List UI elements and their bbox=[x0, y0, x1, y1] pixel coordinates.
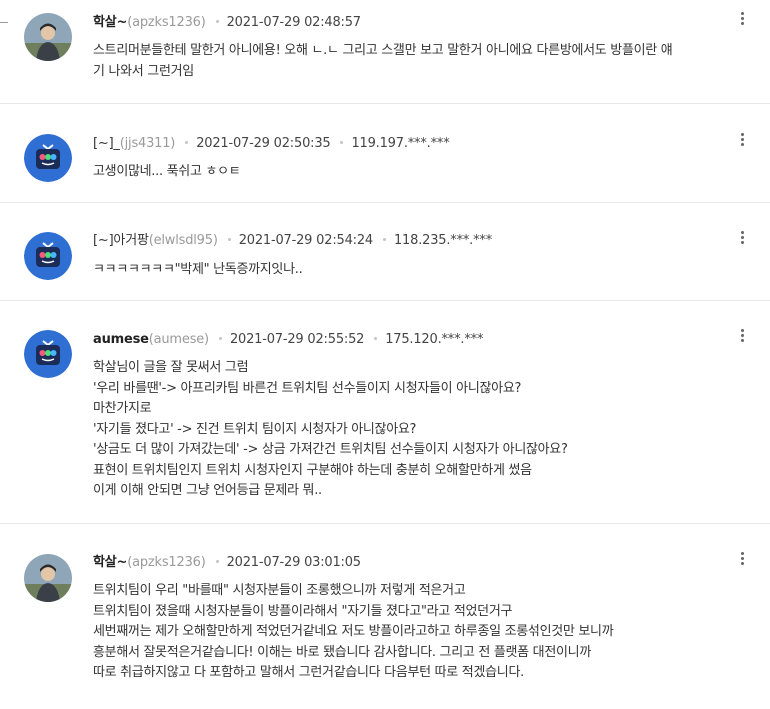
comment-line: 고생이많네... 푹쉬고 ㅎㅇㅌ bbox=[93, 164, 241, 179]
nickname[interactable]: [~]아거팡 bbox=[93, 233, 149, 248]
user-id[interactable]: (elwlsdl95) bbox=[149, 233, 218, 248]
comment-text: 학살님이 글을 잘 못써서 그럼 '우리 바를땐'-> 아프리카팀 바른건 트위… bbox=[93, 358, 740, 502]
comment-line: '상금도 더 많이 가져갔는데' -> 상금 가져간건 트위치팀 선수들이지 시… bbox=[93, 442, 568, 457]
separator-dot bbox=[215, 560, 219, 563]
comment-line: 학살님이 글을 잘 못써서 그럼 bbox=[93, 360, 249, 375]
comment-text: ㅋㅋㅋㅋㅋㅋㅋ"박제" 난독증까지잇나.. bbox=[93, 260, 740, 281]
comment-item: aumese(aumese) 2021-07-29 02:55:52 175.120… bbox=[0, 301, 770, 524]
comment-line: 표현이 트위치팀인지 트위치 시청자인지 구분해야 하는데 충분히 오해할만하게… bbox=[93, 462, 532, 478]
comment-line: 스트리머분들한테 말한거 아니에용! 오해 ㄴ.ㄴ 그리고 스갤만 보고 말한거… bbox=[93, 43, 673, 58]
separator-dot bbox=[374, 337, 378, 340]
ip-address: 118.235.***.*** bbox=[393, 233, 493, 248]
more-options-icon[interactable] bbox=[736, 131, 748, 151]
avatar-default-icon[interactable] bbox=[24, 330, 72, 378]
comment-text: 스트리머분들한테 말한거 아니에용! 오해 ㄴ.ㄴ 그리고 스갤만 보고 말한거… bbox=[93, 41, 740, 82]
comment-meta: 학살~(apzks1236) 2021-07-29 03:01:05 bbox=[93, 554, 361, 572]
more-options-icon[interactable] bbox=[736, 229, 748, 249]
comment-date: 2021-07-29 02:54:24 bbox=[238, 233, 373, 248]
more-options-icon[interactable] bbox=[736, 327, 748, 347]
separator-dot bbox=[215, 20, 219, 23]
comment-meta: [~]아거팡(elwlsdl95) 2021-07-29 02:54:24 118.… bbox=[93, 232, 492, 250]
comment-line: 따로 취급하지않고 다 포함하고 말해서 그런거같습니다 다음부턴 따로 적겠습… bbox=[93, 665, 524, 680]
ip-address: 119.197.***.*** bbox=[351, 136, 450, 151]
comment-meta: 학살~(apzks1236) 2021-07-29 02:48:57 bbox=[93, 14, 361, 32]
comment-line: 트위치팀이 우리 "바를때" 시청자분들이 조롱했으니까 저렇게 적은거고 bbox=[93, 583, 466, 598]
comment-line: 이게 이해 안되면 그냥 언어등급 문제라 뭐.. bbox=[93, 483, 322, 498]
comment-line: 기 나와서 그런거임 bbox=[93, 63, 194, 79]
comment-meta: aumese(aumese) 2021-07-29 02:55:52 175.120… bbox=[93, 331, 483, 349]
avatar-photo[interactable] bbox=[24, 13, 72, 61]
comment-text: 트위치팀이 우리 "바를때" 시청자분들이 조롱했으니까 저렇게 적은거고 트위… bbox=[93, 581, 740, 684]
comment-line: ㅋㅋㅋㅋㅋㅋㅋ"박제" 난독증까지잇나.. bbox=[93, 262, 303, 277]
comment-date: 2021-07-29 02:55:52 bbox=[229, 332, 365, 347]
ip-address: 175.120.***.*** bbox=[385, 332, 484, 347]
comment-text: 고생이많네... 푹쉬고 ㅎㅇㅌ bbox=[93, 162, 740, 183]
thread-marker bbox=[0, 22, 8, 23]
nickname[interactable]: aumese bbox=[93, 332, 149, 347]
comment-line: 마찬가지로 bbox=[93, 401, 152, 416]
comment-item: [~]_(jjs4311) 2021-07-29 02:50:35 119.197.… bbox=[0, 104, 770, 203]
user-id[interactable]: (apzks1236) bbox=[127, 555, 206, 570]
separator-dot bbox=[218, 337, 222, 340]
user-id[interactable]: (aumese) bbox=[149, 332, 209, 347]
comment-item: [~]아거팡(elwlsdl95) 2021-07-29 02:54:24 118.… bbox=[0, 203, 770, 301]
comment-date: 2021-07-29 03:01:05 bbox=[226, 555, 361, 570]
comment-line: '우리 바를땐'-> 아프리카팀 바른건 트위치팀 선수들이지 시청자들이 아니… bbox=[93, 380, 522, 396]
avatar-default-icon[interactable] bbox=[24, 232, 72, 280]
separator-dot bbox=[185, 141, 189, 144]
avatar-photo[interactable] bbox=[24, 554, 72, 602]
comment-date: 2021-07-29 02:48:57 bbox=[226, 15, 361, 30]
comment-item: 학살~(apzks1236) 2021-07-29 03:01:05 트위치팀이 … bbox=[0, 524, 770, 709]
more-options-icon[interactable] bbox=[736, 550, 748, 570]
comment-date: 2021-07-29 02:50:35 bbox=[196, 136, 331, 151]
separator-dot bbox=[227, 238, 231, 241]
nickname[interactable]: 학살~ bbox=[93, 15, 127, 30]
comment-line: '자기들 졌다고' -> 진건 트위치 팀이지 시청자가 아니잖아요? bbox=[93, 421, 417, 437]
comment-line: 세번째꺼는 제가 오해할만하게 적었던거같네요 저도 방플이라고하고 하루종일 … bbox=[93, 624, 614, 639]
nickname[interactable]: [~]_ bbox=[93, 136, 120, 151]
nickname[interactable]: 학살~ bbox=[93, 555, 127, 570]
comment-meta: [~]_(jjs4311) 2021-07-29 02:50:35 119.197.… bbox=[93, 135, 450, 153]
comment-line: 흥분해서 잘못적은거같습니다! 이해는 바로 됐습니다 감사합니다. 그리고 전… bbox=[93, 644, 591, 660]
separator-dot bbox=[340, 141, 344, 144]
user-id[interactable]: (apzks1236) bbox=[127, 15, 206, 30]
comment-list: 학살~(apzks1236) 2021-07-29 02:48:57 스트리머분들… bbox=[0, 0, 770, 709]
more-options-icon[interactable] bbox=[736, 10, 748, 30]
comment-item: 학살~(apzks1236) 2021-07-29 02:48:57 스트리머분들… bbox=[0, 0, 770, 104]
separator-dot bbox=[382, 238, 386, 241]
avatar-default-icon[interactable] bbox=[24, 134, 72, 182]
comment-line: 트위치팀이 졌을때 시청자분들이 방플이라해서 "자기들 졌다고"라고 적었던거… bbox=[93, 603, 513, 619]
user-id[interactable]: (jjs4311) bbox=[120, 136, 176, 151]
